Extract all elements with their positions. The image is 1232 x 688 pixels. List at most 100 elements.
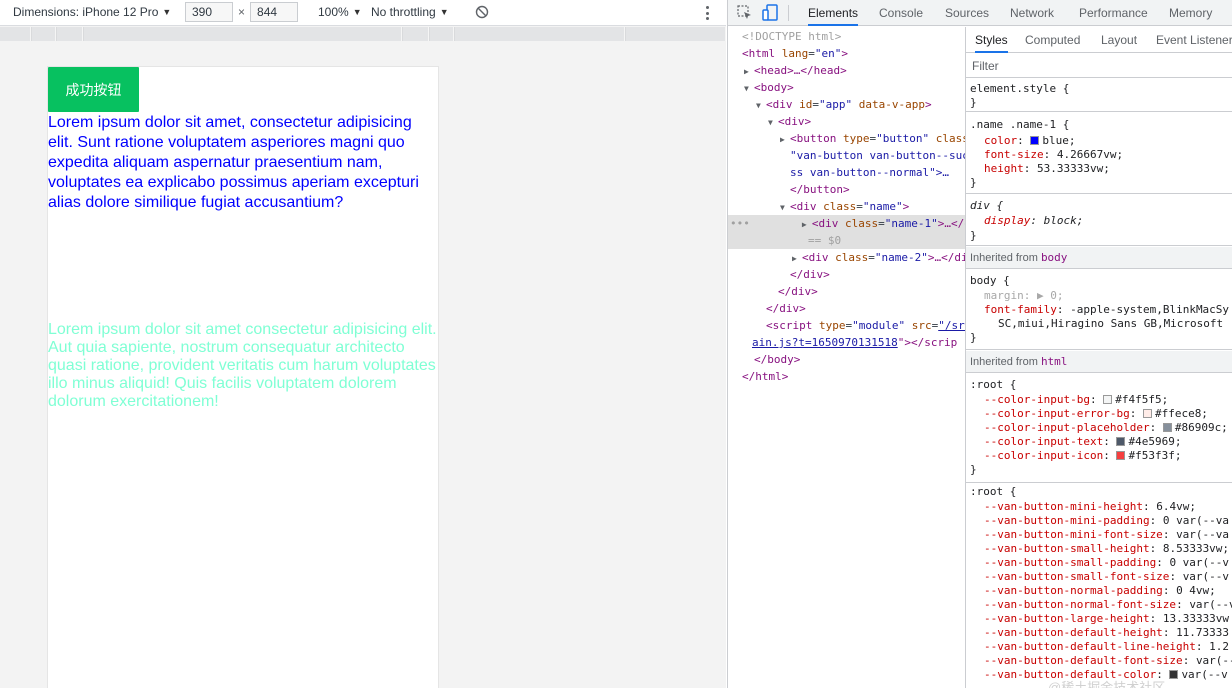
expand-icon[interactable]: ▶ bbox=[780, 131, 790, 148]
declaration[interactable]: --van-button-mini-height: 6.4vw; bbox=[984, 500, 1196, 514]
ruler-segment[interactable] bbox=[84, 27, 402, 41]
declaration[interactable]: --van-button-default-height: 11.73333 bbox=[984, 626, 1229, 640]
devtools-tabbar: Elements Console Sources Network Perform… bbox=[728, 0, 1232, 26]
declaration[interactable]: --van-button-large-height: 13.33333vw bbox=[984, 612, 1229, 626]
declaration[interactable]: font-family: -apple-system,BlinkMacSy bbox=[984, 303, 1229, 317]
declaration[interactable]: --van-button-small-height: 8.53333vw; bbox=[984, 542, 1229, 556]
declaration[interactable]: --van-button-normal-padding: 0 4vw; bbox=[984, 584, 1216, 598]
ruler-segment[interactable] bbox=[57, 27, 83, 41]
dom-div-name-2[interactable]: ▶ <div class="name-2">…</di bbox=[728, 249, 965, 267]
tab-sources[interactable]: Sources bbox=[945, 0, 989, 26]
selector[interactable]: :root { bbox=[970, 485, 1016, 499]
expand-icon[interactable]: ▶ bbox=[744, 63, 754, 80]
dom-button-close: </button> bbox=[790, 183, 850, 196]
throttling-label: No throttling bbox=[371, 5, 436, 19]
tab-memory[interactable]: Memory bbox=[1169, 0, 1212, 26]
collapse-icon[interactable]: ▼ bbox=[780, 199, 790, 216]
ruler-segment[interactable] bbox=[32, 27, 56, 41]
name-2-text: Lorem ipsum dolor sit amet consectetur a… bbox=[48, 321, 437, 410]
dom-div-name-1[interactable]: •••▶<div class="name-1">…</di bbox=[728, 215, 965, 233]
ruler-segment[interactable] bbox=[626, 27, 726, 41]
collapse-icon[interactable]: ▼ bbox=[756, 97, 766, 114]
inspect-element-icon[interactable] bbox=[737, 5, 752, 20]
color-swatch-icon[interactable] bbox=[1142, 409, 1152, 418]
rule-close: } bbox=[970, 331, 977, 344]
declaration[interactable]: font-size: 4.26667vw; bbox=[984, 148, 1123, 162]
styles-panel: Styles Computed Layout Event Listeners e… bbox=[966, 27, 1232, 688]
ruler-segment[interactable] bbox=[455, 27, 625, 41]
height-input[interactable]: 844 bbox=[250, 2, 299, 22]
width-input[interactable]: 390 bbox=[185, 2, 233, 22]
name-1-text: Lorem ipsum dolor sit amet, consectetur … bbox=[48, 114, 419, 211]
declaration[interactable]: margin: ▶ 0; bbox=[984, 289, 1064, 303]
color-swatch-icon[interactable] bbox=[1116, 451, 1126, 460]
dom-head[interactable]: ▶ <head>…</head> bbox=[728, 62, 965, 80]
declaration[interactable]: --color-input-text: #4e5969; bbox=[984, 435, 1181, 449]
collapse-icon[interactable]: ▼ bbox=[768, 114, 778, 131]
tab-elements[interactable]: Elements bbox=[808, 0, 859, 26]
declaration[interactable]: --van-button-small-padding: 0 var(--v bbox=[984, 556, 1229, 570]
tab-console[interactable]: Console bbox=[879, 0, 923, 26]
subtab-layout[interactable]: Layout bbox=[1101, 27, 1137, 53]
body-link[interactable]: body bbox=[1041, 251, 1068, 264]
device-toolbar: Dimensions: iPhone 12 Pro ▼ 390 × 844 10… bbox=[0, 0, 726, 26]
color-swatch-icon[interactable] bbox=[1169, 670, 1179, 679]
declaration[interactable]: --color-input-placeholder: #86909c; bbox=[984, 421, 1228, 435]
subtab-event-listeners[interactable]: Event Listeners bbox=[1156, 27, 1232, 53]
dom-div-name[interactable]: ▼ <div class="name"> bbox=[728, 198, 965, 216]
rule-close: } bbox=[970, 96, 977, 109]
selector[interactable]: .name .name-1 { bbox=[970, 118, 1069, 132]
throttling-select[interactable]: No throttling ▼ bbox=[371, 5, 449, 19]
dom-doctype[interactable]: <!DOCTYPE html> bbox=[728, 28, 965, 45]
selector[interactable]: element.style { bbox=[970, 82, 1069, 96]
dom-body[interactable]: ▼ <body> bbox=[728, 79, 965, 97]
device-toolbar-icon[interactable] bbox=[762, 4, 778, 21]
more-options-icon[interactable] bbox=[701, 5, 713, 21]
subtab-styles[interactable]: Styles bbox=[975, 27, 1008, 53]
html-link[interactable]: html bbox=[1041, 355, 1068, 368]
declaration[interactable]: --van-button-mini-padding: 0 var(--va bbox=[984, 514, 1229, 528]
collapse-icon[interactable]: ▼ bbox=[744, 80, 754, 97]
declaration[interactable]: --van-button-small-font-size: var(--v bbox=[984, 570, 1229, 584]
color-swatch-icon[interactable] bbox=[1116, 437, 1126, 446]
zoom-label: 100% bbox=[318, 5, 349, 19]
declaration[interactable]: --van-button-default-font-size: var(-- bbox=[984, 654, 1232, 668]
selector[interactable]: body { bbox=[970, 274, 1010, 288]
dom-close-div: </div> bbox=[766, 302, 806, 315]
filter-input[interactable] bbox=[972, 58, 1222, 74]
ruler-segment[interactable] bbox=[430, 27, 454, 41]
color-swatch-icon[interactable] bbox=[1162, 423, 1172, 432]
ruler-segment[interactable] bbox=[403, 27, 429, 41]
color-swatch-icon[interactable] bbox=[1030, 136, 1040, 145]
declaration[interactable]: --van-button-normal-font-size: var(--v bbox=[984, 598, 1232, 612]
subtab-computed[interactable]: Computed bbox=[1025, 27, 1080, 53]
success-button[interactable]: 成功按钮 bbox=[48, 67, 139, 112]
script-src-link[interactable]: ain.js?t=1650970131518 bbox=[752, 336, 898, 349]
declaration[interactable]: --van-button-mini-font-size: var(--va bbox=[984, 528, 1229, 542]
rotate-button[interactable] bbox=[475, 5, 489, 22]
watermark: @稀土掘金技术社区 bbox=[1048, 680, 1166, 688]
device-select[interactable]: Dimensions: iPhone 12 Pro ▼ bbox=[13, 5, 171, 19]
inherited-from-html-header: Inherited from html bbox=[966, 351, 1232, 373]
dom-div[interactable]: ▼ <div> bbox=[728, 113, 965, 131]
more-actions-icon[interactable]: ••• bbox=[730, 217, 750, 230]
ruler-segment[interactable] bbox=[0, 27, 31, 41]
dom-script[interactable]: <script type="module" src="/src bbox=[728, 317, 965, 334]
rule-name-1: .name .name-1 { color: blue; font-size: … bbox=[966, 113, 1232, 194]
tab-performance[interactable]: Performance bbox=[1079, 0, 1148, 26]
dom-div-app[interactable]: ▼ <div id="app" data-v-app> bbox=[728, 96, 965, 114]
declaration[interactable]: --color-input-bg: #f4f5f5; bbox=[984, 393, 1168, 407]
tab-network[interactable]: Network bbox=[1010, 0, 1054, 26]
zoom-select[interactable]: 100% ▼ bbox=[318, 5, 362, 19]
color-swatch-icon[interactable] bbox=[1103, 395, 1113, 404]
declaration[interactable]: height: 53.33333vw; bbox=[984, 162, 1110, 176]
declaration[interactable]: --color-input-icon: #f53f3f; bbox=[984, 449, 1181, 463]
expand-icon[interactable]: ▶ bbox=[792, 250, 802, 267]
dom-html[interactable]: <html lang="en"> bbox=[728, 45, 965, 62]
dom-button[interactable]: ▶ <button type="button" class bbox=[728, 130, 965, 148]
declaration[interactable]: --van-button-default-line-height: 1.2 bbox=[984, 640, 1229, 654]
expand-icon[interactable]: ▶ bbox=[802, 216, 812, 233]
declaration[interactable]: --color-input-error-bg: #ffece8; bbox=[984, 407, 1208, 421]
selector[interactable]: :root { bbox=[970, 378, 1016, 392]
declaration[interactable]: color: blue; bbox=[984, 134, 1076, 148]
